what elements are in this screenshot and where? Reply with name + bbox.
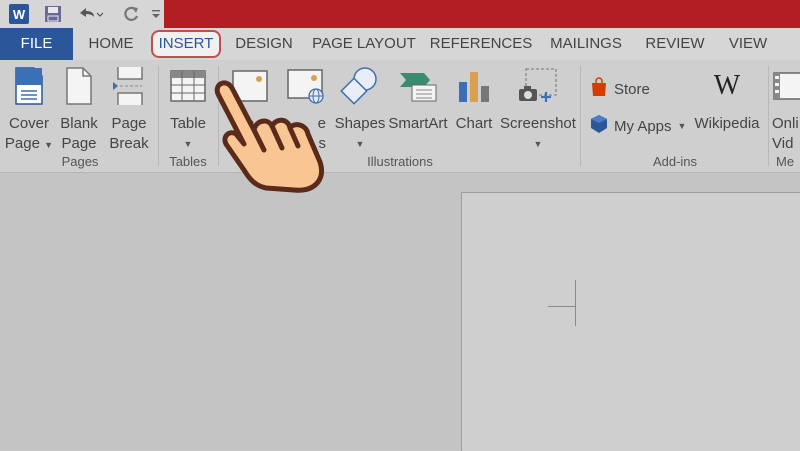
margin-crop-mark <box>575 280 576 326</box>
cover-page-label-2: Page <box>4 135 40 152</box>
blank-page-button[interactable]: Blank Page <box>56 64 102 154</box>
my-apps-label: My Apps <box>614 117 672 135</box>
bar-chart-icon <box>452 64 496 108</box>
page-break-icon <box>104 64 154 108</box>
shapes-icon <box>334 64 386 108</box>
wikipedia-label: Wikipedia <box>694 115 760 132</box>
blank-page-label-2: Page <box>61 135 97 152</box>
window-title-area <box>164 0 800 28</box>
page-break-label-2: Break <box>109 135 149 152</box>
cover-page-icon <box>4 64 54 108</box>
group-label-media: Me <box>776 154 795 169</box>
document-page[interactable] <box>461 192 800 451</box>
word-logo: W <box>9 4 29 24</box>
smartart-icon <box>386 64 450 108</box>
store-button[interactable]: Store <box>590 77 650 101</box>
customize-qat-icon[interactable] <box>150 2 162 26</box>
chevron-down-icon: ▼ <box>44 140 54 150</box>
margin-crop-mark <box>548 306 576 307</box>
wikipedia-icon: W <box>713 70 741 101</box>
online-video-label-2: Vid <box>772 135 794 152</box>
store-bag-icon <box>590 77 608 101</box>
group-separator <box>580 66 581 166</box>
quick-access-toolbar: W <box>0 0 164 28</box>
tab-view[interactable]: VIEW <box>720 28 776 60</box>
tab-home[interactable]: HOME <box>80 28 142 60</box>
title-bar: W <box>0 0 800 28</box>
screenshot-icon <box>500 64 576 108</box>
group-label-pages: Pages <box>61 154 99 169</box>
shapes-button[interactable]: Shapes ▼ <box>334 64 386 154</box>
my-apps-button[interactable]: My Apps ▼ <box>590 114 686 138</box>
group-separator <box>768 66 769 166</box>
chart-label: Chart <box>455 115 493 132</box>
tab-file[interactable]: FILE <box>0 28 73 60</box>
film-icon <box>772 64 800 108</box>
word-app-icon[interactable]: W <box>6 2 32 26</box>
group-label-add-ins: Add-ins <box>652 154 698 169</box>
undo-icon[interactable] <box>74 2 106 26</box>
online-video-button[interactable]: Onli Vid <box>772 64 800 154</box>
tab-review[interactable]: REVIEW <box>640 28 710 60</box>
shapes-label: Shapes <box>334 115 386 132</box>
online-video-label-1: Onli <box>772 115 799 132</box>
chevron-down-icon: ▼ <box>677 121 687 131</box>
chevron-down-icon: ▼ <box>355 139 365 149</box>
screenshot-label: Screenshot <box>500 115 576 132</box>
pointing-hand-icon <box>214 80 324 193</box>
chart-button[interactable]: Chart <box>452 64 496 134</box>
redo-icon[interactable] <box>118 2 144 26</box>
group-separator <box>158 66 159 166</box>
tab-mailings[interactable]: MAILINGS <box>543 28 629 60</box>
blank-page-icon <box>56 64 102 108</box>
ribbon-insert: Cover Page ▼ Blank Page Page Break Pages… <box>0 60 800 173</box>
page-break-button[interactable]: Page Break <box>104 64 154 154</box>
cover-page-label-1: Cover <box>8 115 49 132</box>
tab-page-layout[interactable]: PAGE LAYOUT <box>309 28 419 60</box>
tab-references[interactable]: REFERENCES <box>429 28 533 60</box>
smartart-button[interactable]: SmartArt <box>386 64 450 134</box>
tab-insert[interactable]: INSERT <box>151 28 221 60</box>
wikipedia-button[interactable]: W Wikipedia <box>688 64 766 134</box>
smartart-label: SmartArt <box>388 115 448 132</box>
my-apps-icon <box>590 114 608 138</box>
chevron-down-icon: ▼ <box>533 139 543 149</box>
page-break-label-1: Page <box>111 115 147 132</box>
cover-page-button[interactable]: Cover Page ▼ <box>4 64 54 155</box>
store-label: Store <box>614 80 650 98</box>
screenshot-button[interactable]: Screenshot ▼ <box>500 64 576 154</box>
save-icon[interactable] <box>40 2 66 26</box>
ribbon-tabs: FILE HOME INSERT DESIGN PAGE LAYOUT REFE… <box>0 28 800 60</box>
group-label-illustrations: Illustrations <box>367 154 433 169</box>
blank-page-label-1: Blank <box>60 115 98 132</box>
tab-design[interactable]: DESIGN <box>229 28 299 60</box>
